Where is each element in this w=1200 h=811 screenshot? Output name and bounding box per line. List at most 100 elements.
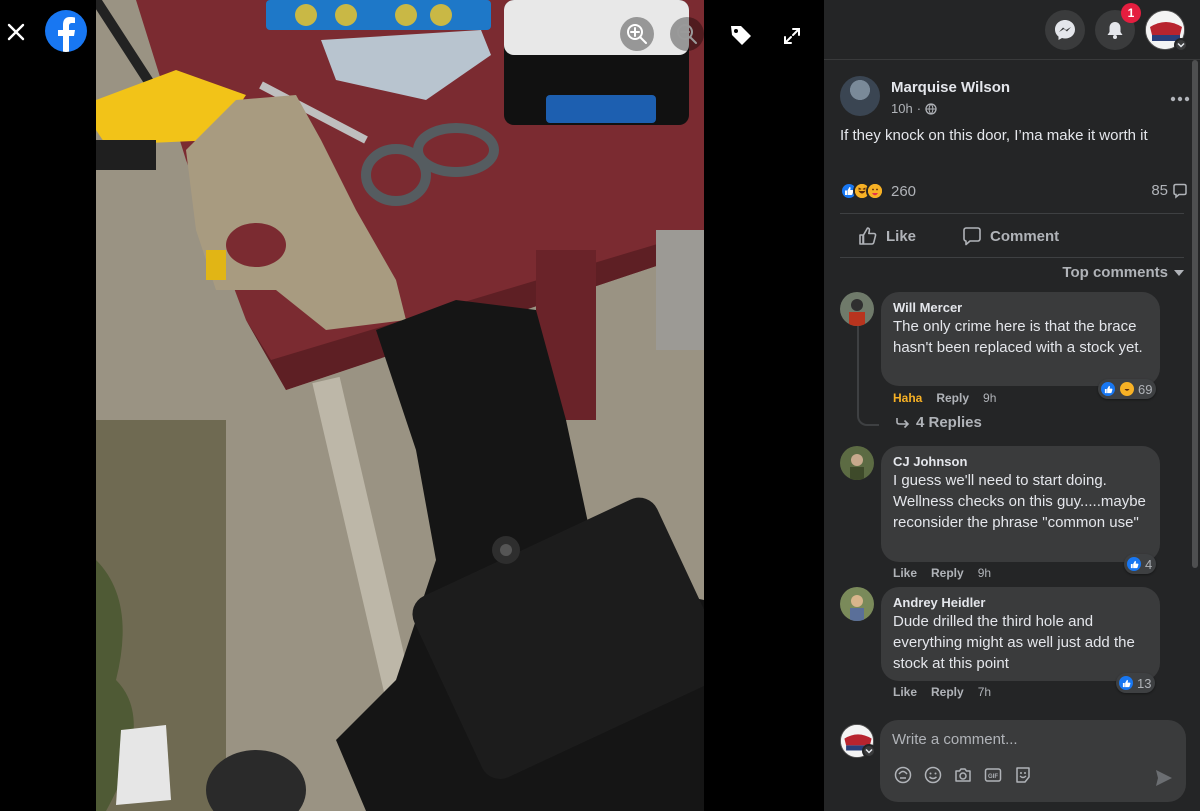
comment-react-button[interactable]: Haha bbox=[893, 391, 922, 405]
comment-reaction-count: 69 bbox=[1138, 381, 1153, 397]
comment-text: Dude drilled the third hole and everythi… bbox=[893, 613, 1135, 672]
composer-separator bbox=[824, 708, 1200, 720]
post-time[interactable]: 10h bbox=[891, 101, 913, 116]
comment-time[interactable]: 9h bbox=[983, 391, 996, 405]
gif-button[interactable]: GIF bbox=[984, 766, 1002, 784]
thumbs-up-icon bbox=[859, 227, 877, 245]
reply-arrow-icon bbox=[896, 417, 910, 428]
emoji-button[interactable] bbox=[924, 766, 942, 784]
top-bar: 1 bbox=[824, 0, 1200, 60]
photo-viewer bbox=[0, 0, 824, 811]
zoom-in-button[interactable] bbox=[620, 17, 654, 51]
more-horizontal-icon bbox=[1170, 96, 1190, 102]
post-options-button[interactable] bbox=[1170, 86, 1200, 106]
divider bbox=[840, 213, 1184, 214]
bell-icon bbox=[1107, 22, 1123, 39]
like-reaction-icon bbox=[1100, 381, 1116, 397]
post-actions: Like Comment bbox=[840, 220, 1184, 252]
comment-bubble: Andrey Heidler Dude drilled the third ho… bbox=[881, 587, 1160, 681]
reaction-count: 260 bbox=[891, 182, 917, 200]
comment-button[interactable]: Comment bbox=[962, 220, 1059, 252]
notification-badge: 1 bbox=[1121, 3, 1141, 23]
photo-button[interactable] bbox=[954, 766, 972, 784]
composer-tools: GIF bbox=[894, 766, 1032, 784]
author-avatar[interactable] bbox=[840, 76, 880, 116]
chevron-down-icon bbox=[865, 748, 873, 754]
comment-reactions[interactable]: 4 bbox=[1124, 554, 1157, 574]
comment-text: I guess we'll need to start doing. Welln… bbox=[893, 472, 1146, 531]
comment-actions: Like Reply 7h bbox=[893, 685, 991, 699]
composer-identity-chevron[interactable] bbox=[862, 744, 876, 758]
author-name[interactable]: Marquise Wilson bbox=[891, 79, 1010, 96]
photo-illustration bbox=[96, 0, 704, 811]
commenter-avatar[interactable] bbox=[840, 587, 874, 621]
commenter-avatar[interactable] bbox=[840, 446, 874, 480]
commenter-name[interactable]: Andrey Heidler bbox=[893, 595, 1148, 611]
post-sidebar: 1 Marquise Wilson 10h · If they knock on… bbox=[824, 0, 1200, 811]
comment-reactions[interactable]: 69 bbox=[1098, 379, 1157, 399]
comment-label: Comment bbox=[990, 227, 1060, 245]
post-meta: 10h · bbox=[891, 101, 937, 116]
messenger-icon bbox=[1055, 20, 1075, 40]
comment-sort-dropdown[interactable]: Top comments bbox=[1062, 264, 1184, 281]
svg-text:GIF: GIF bbox=[988, 774, 998, 780]
comment-count-value: 85 bbox=[1151, 182, 1168, 199]
divider bbox=[840, 257, 1184, 258]
post-photo bbox=[96, 0, 704, 811]
facebook-logo[interactable] bbox=[45, 10, 87, 52]
replies-label: 4 Replies bbox=[916, 414, 982, 431]
send-comment-button[interactable] bbox=[1154, 768, 1174, 788]
avatar-sticker-icon bbox=[894, 766, 912, 784]
send-icon bbox=[1156, 770, 1172, 786]
comment-like-button[interactable]: Like bbox=[893, 566, 917, 580]
comment-bubble-icon bbox=[1173, 183, 1187, 199]
post-reactions[interactable]: 260 bbox=[840, 180, 916, 202]
camera-icon bbox=[955, 768, 971, 782]
comment-like-button[interactable]: Like bbox=[893, 685, 917, 699]
close-icon bbox=[7, 23, 25, 41]
comment-time[interactable]: 9h bbox=[978, 566, 991, 580]
avatar-sticker-button[interactable] bbox=[894, 766, 912, 784]
comment-item: CJ Johnson I guess we'll need to start d… bbox=[840, 446, 1180, 582]
close-button[interactable] bbox=[2, 12, 30, 52]
chevron-down-icon bbox=[1177, 42, 1185, 48]
sticker-button[interactable] bbox=[1014, 766, 1032, 784]
view-replies-button[interactable]: 4 Replies bbox=[896, 414, 982, 431]
emoji-icon bbox=[924, 766, 942, 784]
like-reaction-icon bbox=[1118, 675, 1134, 691]
comment-actions: Haha Reply 9h bbox=[893, 391, 996, 405]
care-reaction-icon bbox=[866, 182, 884, 200]
comment-item: Andrey Heidler Dude drilled the third ho… bbox=[840, 587, 1180, 703]
fullscreen-button[interactable] bbox=[780, 24, 804, 48]
commenter-name[interactable]: CJ Johnson bbox=[893, 454, 1148, 470]
scrollbar-thumb[interactable] bbox=[1192, 60, 1198, 568]
commenter-avatar[interactable] bbox=[840, 292, 874, 326]
comment-count[interactable]: 85 bbox=[1151, 182, 1188, 199]
comment-reply-button[interactable]: Reply bbox=[936, 391, 969, 405]
comment-composer: GIF bbox=[880, 720, 1186, 802]
zoom-in-icon bbox=[627, 24, 647, 44]
like-button[interactable]: Like bbox=[858, 220, 916, 252]
post-header: Marquise Wilson 10h · bbox=[840, 76, 1190, 120]
reply-thread-line bbox=[857, 326, 879, 426]
comment-reply-button[interactable]: Reply bbox=[931, 566, 964, 580]
comment-icon bbox=[963, 227, 981, 246]
comment-item: Will Mercer The only crime here is that … bbox=[840, 292, 1180, 405]
tag-photo-button[interactable] bbox=[728, 22, 754, 48]
commenter-name[interactable]: Will Mercer bbox=[893, 300, 1148, 316]
zoom-out-button[interactable] bbox=[670, 17, 704, 51]
comment-reaction-count: 4 bbox=[1145, 556, 1153, 572]
caret-down-icon bbox=[1174, 269, 1184, 276]
gif-icon: GIF bbox=[984, 768, 1002, 782]
post-text: If they knock on this door, I’ma make it… bbox=[840, 127, 1148, 144]
comment-text: The only crime here is that the brace ha… bbox=[893, 318, 1143, 356]
account-menu-chevron[interactable] bbox=[1174, 38, 1188, 52]
comment-time[interactable]: 7h bbox=[978, 685, 991, 699]
facebook-photo-viewer: 1 Marquise Wilson 10h · If they knock on… bbox=[0, 0, 1200, 811]
comment-input[interactable] bbox=[892, 728, 1172, 750]
messenger-button[interactable] bbox=[1045, 10, 1085, 50]
comment-reply-button[interactable]: Reply bbox=[931, 685, 964, 699]
expand-icon bbox=[784, 28, 800, 44]
comment-reactions[interactable]: 13 bbox=[1116, 673, 1156, 693]
meta-dot: · bbox=[916, 101, 922, 116]
